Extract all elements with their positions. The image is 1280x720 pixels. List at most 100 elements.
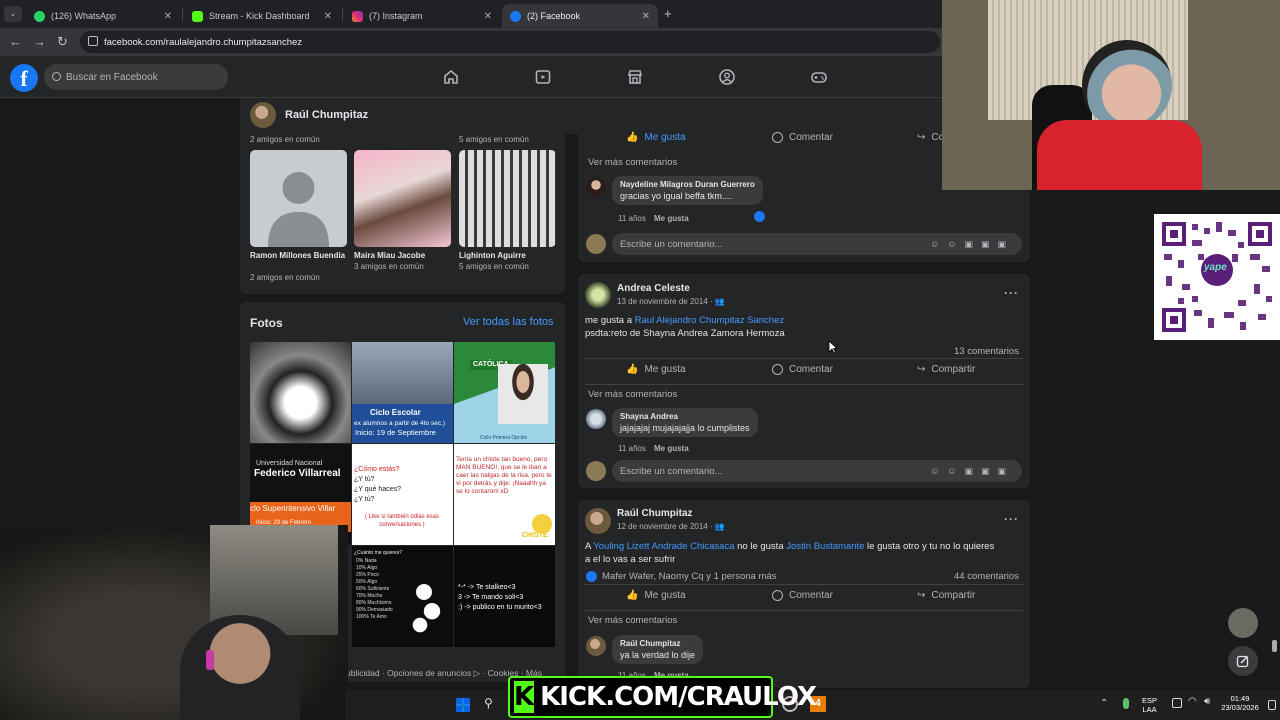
friend-name[interactable]: Lighinton Aguirre (459, 251, 526, 261)
friend-photo[interactable] (354, 150, 451, 247)
network-icon[interactable] (1172, 698, 1182, 708)
share-button[interactable]: ↪ Compartir (917, 364, 975, 375)
photo-thumb[interactable]: Tenía un chiste tan bueno, pero MAN BUEN… (454, 444, 555, 545)
photo-thumb[interactable]: *-* -> Te stalkeo<3 3 -> Te mando soli<3… (454, 546, 555, 647)
reactions-summary[interactable]: Mafer Wafer, Naomy Cq y 1 persona más (602, 571, 776, 582)
photo-caption: Inicio: 19 de Septiembre (355, 428, 436, 437)
comment-like-link[interactable]: Me gusta (654, 444, 689, 453)
photo-thumb[interactable]: CATÓLICA Ciclo Primera Opción (454, 342, 555, 443)
facebook-logo[interactable]: f (10, 64, 38, 92)
photo-thumb[interactable]: Ciclo Escolar ex alumnos a partir de 4to… (352, 342, 453, 443)
tagged-user-link[interactable]: Raul Alejandro Chumpitaz Sanchez (635, 315, 784, 326)
tab-instagram[interactable]: (7) Instagram ✕ (344, 4, 500, 28)
marketplace-icon[interactable] (626, 68, 644, 86)
forward-icon[interactable]: → (33, 34, 46, 49)
wifi-icon[interactable]: ◠ (1188, 696, 1197, 707)
avatar[interactable] (586, 234, 606, 254)
search-input[interactable]: Buscar en Facebook (44, 64, 228, 90)
comment-input[interactable]: Escribe un comentario... ☺☺▣▣▣ (612, 460, 1022, 482)
tab-whatsapp[interactable]: (126) WhatsApp ✕ (26, 4, 180, 28)
photo-image (352, 342, 453, 404)
post-text-part: a el lo vas a ser sufrir (585, 554, 676, 565)
volume-icon[interactable]: 🔊︎ (1204, 696, 1210, 707)
tab-facebook[interactable]: (2) Facebook ✕ (502, 4, 658, 28)
see-more-comments-link[interactable]: Ver más comentarios (588, 615, 677, 626)
avatar[interactable] (585, 508, 611, 534)
gaming-icon[interactable] (810, 68, 828, 86)
chevron-up-icon[interactable]: ⌃ (1100, 698, 1108, 709)
new-tab-button[interactable]: + (664, 6, 672, 21)
post-date[interactable]: 12 de noviembre de 2014 · 👥 (617, 522, 725, 531)
comments-count[interactable]: 13 comentarios (954, 346, 1019, 357)
like-button[interactable]: 👍 Me gusta (626, 132, 686, 143)
groups-icon[interactable] (718, 68, 736, 86)
like-button[interactable]: 👍 Me gusta (626, 364, 686, 375)
taskbar-search-icon[interactable]: ⚲ (484, 696, 502, 714)
start-icon[interactable] (456, 698, 470, 712)
notification-center-icon[interactable] (1268, 700, 1276, 710)
avatar[interactable] (586, 461, 606, 481)
site-info-icon[interactable] (88, 36, 98, 46)
reload-icon[interactable]: ↻ (57, 34, 68, 50)
comment-button[interactable]: Comentar (772, 590, 833, 601)
commenter-name[interactable]: Naydeline Milagros Duran Guerrero (620, 180, 755, 189)
microphone-icon[interactable] (1123, 698, 1129, 709)
more-options-icon[interactable]: ··· (1004, 512, 1019, 526)
see-more-comments-link[interactable]: Ver más comentarios (588, 157, 677, 168)
tab-kick[interactable]: Stream - Kick Dashboard ✕ (184, 4, 340, 28)
search-placeholder: Buscar en Facebook (66, 71, 158, 83)
avatar[interactable] (585, 282, 611, 308)
yape-qr-code: yape (1154, 214, 1280, 340)
comment-button[interactable]: Comentar (772, 364, 833, 375)
url-input[interactable]: facebook.com/raulalejandro.chumpitazsanc… (80, 31, 940, 53)
share-button[interactable]: ↪ Compartir (917, 590, 975, 601)
photo-thumb[interactable] (250, 342, 351, 443)
language-indicator[interactable]: ESP LAA (1142, 696, 1157, 714)
avatar[interactable] (586, 177, 606, 197)
comment-tools-icons[interactable]: ☺☺▣▣▣ (930, 466, 1014, 477)
video-icon[interactable] (534, 68, 552, 86)
avatar[interactable] (586, 636, 606, 656)
comments-count[interactable]: 44 comentarios (954, 571, 1019, 582)
tab-list-dropdown[interactable]: ⌄ (4, 6, 22, 22)
back-icon[interactable]: ← (9, 34, 22, 49)
friend-photo-default[interactable] (250, 150, 347, 247)
profile-name[interactable]: Raúl Chumpitaz (285, 109, 368, 121)
comment-age: 11 años (618, 444, 646, 453)
post-author[interactable]: Raúl Chumpitaz (617, 508, 693, 519)
clock[interactable]: 01:49 23/03/2026 (1218, 694, 1262, 712)
avatar[interactable] (586, 409, 606, 429)
comment-input[interactable]: Escribe un comentario... ☺☺▣▣▣ (612, 233, 1022, 255)
commenter-name[interactable]: Raúl Chumpitaz (620, 639, 695, 648)
photo-thumb[interactable]: ¿Cómo estás? ¿Y tú? ¿Y qué haces? ¿Y tú?… (352, 444, 453, 545)
share-icon: ↪ (917, 364, 926, 375)
close-icon[interactable]: ✕ (324, 11, 332, 22)
tagged-user-link[interactable]: Jostin Bustamante (786, 541, 864, 552)
friend-photo[interactable] (459, 150, 556, 247)
see-more-comments-link[interactable]: Ver más comentarios (588, 389, 677, 400)
post-date[interactable]: 13 de noviembre de 2014 · 👥 (617, 297, 725, 306)
photo-caption: ¿Cómo estás? (354, 466, 400, 473)
tagged-user-link[interactable]: Youling Lizett Andrade Chicasaca (593, 541, 734, 552)
comment-tools-icons[interactable]: ☺☺▣▣▣ (930, 239, 1014, 250)
more-options-icon[interactable]: ··· (1004, 286, 1019, 300)
post-author[interactable]: Andrea Celeste (617, 283, 690, 294)
share-icon: ↪ (917, 132, 926, 143)
comment-icon (772, 590, 783, 601)
close-icon[interactable]: ✕ (164, 11, 172, 22)
avatar[interactable] (250, 102, 276, 128)
home-icon[interactable] (442, 68, 460, 86)
contacts-avatar-button[interactable] (1228, 608, 1258, 638)
commenter-name[interactable]: Shayna Andrea (620, 412, 750, 421)
comment-like-link[interactable]: Me gusta (654, 214, 689, 223)
close-icon[interactable]: ✕ (484, 11, 492, 22)
friend-name[interactable]: Ramon Millones Buendia (250, 251, 346, 261)
like-button[interactable]: 👍 Me gusta (626, 590, 686, 601)
scrollbar-thumb[interactable] (1272, 640, 1277, 652)
close-icon[interactable]: ✕ (642, 11, 650, 22)
see-all-photos-link[interactable]: Ver todas las fotos (463, 316, 554, 328)
new-message-button[interactable] (1228, 646, 1258, 676)
photo-thumb[interactable]: ¿Cuánto me quieres? 0% Nada 10% Algo 25%… (352, 546, 453, 647)
comment-button[interactable]: Comentar (772, 132, 833, 143)
friend-name[interactable]: Maira Miau Jacobe (354, 251, 425, 261)
